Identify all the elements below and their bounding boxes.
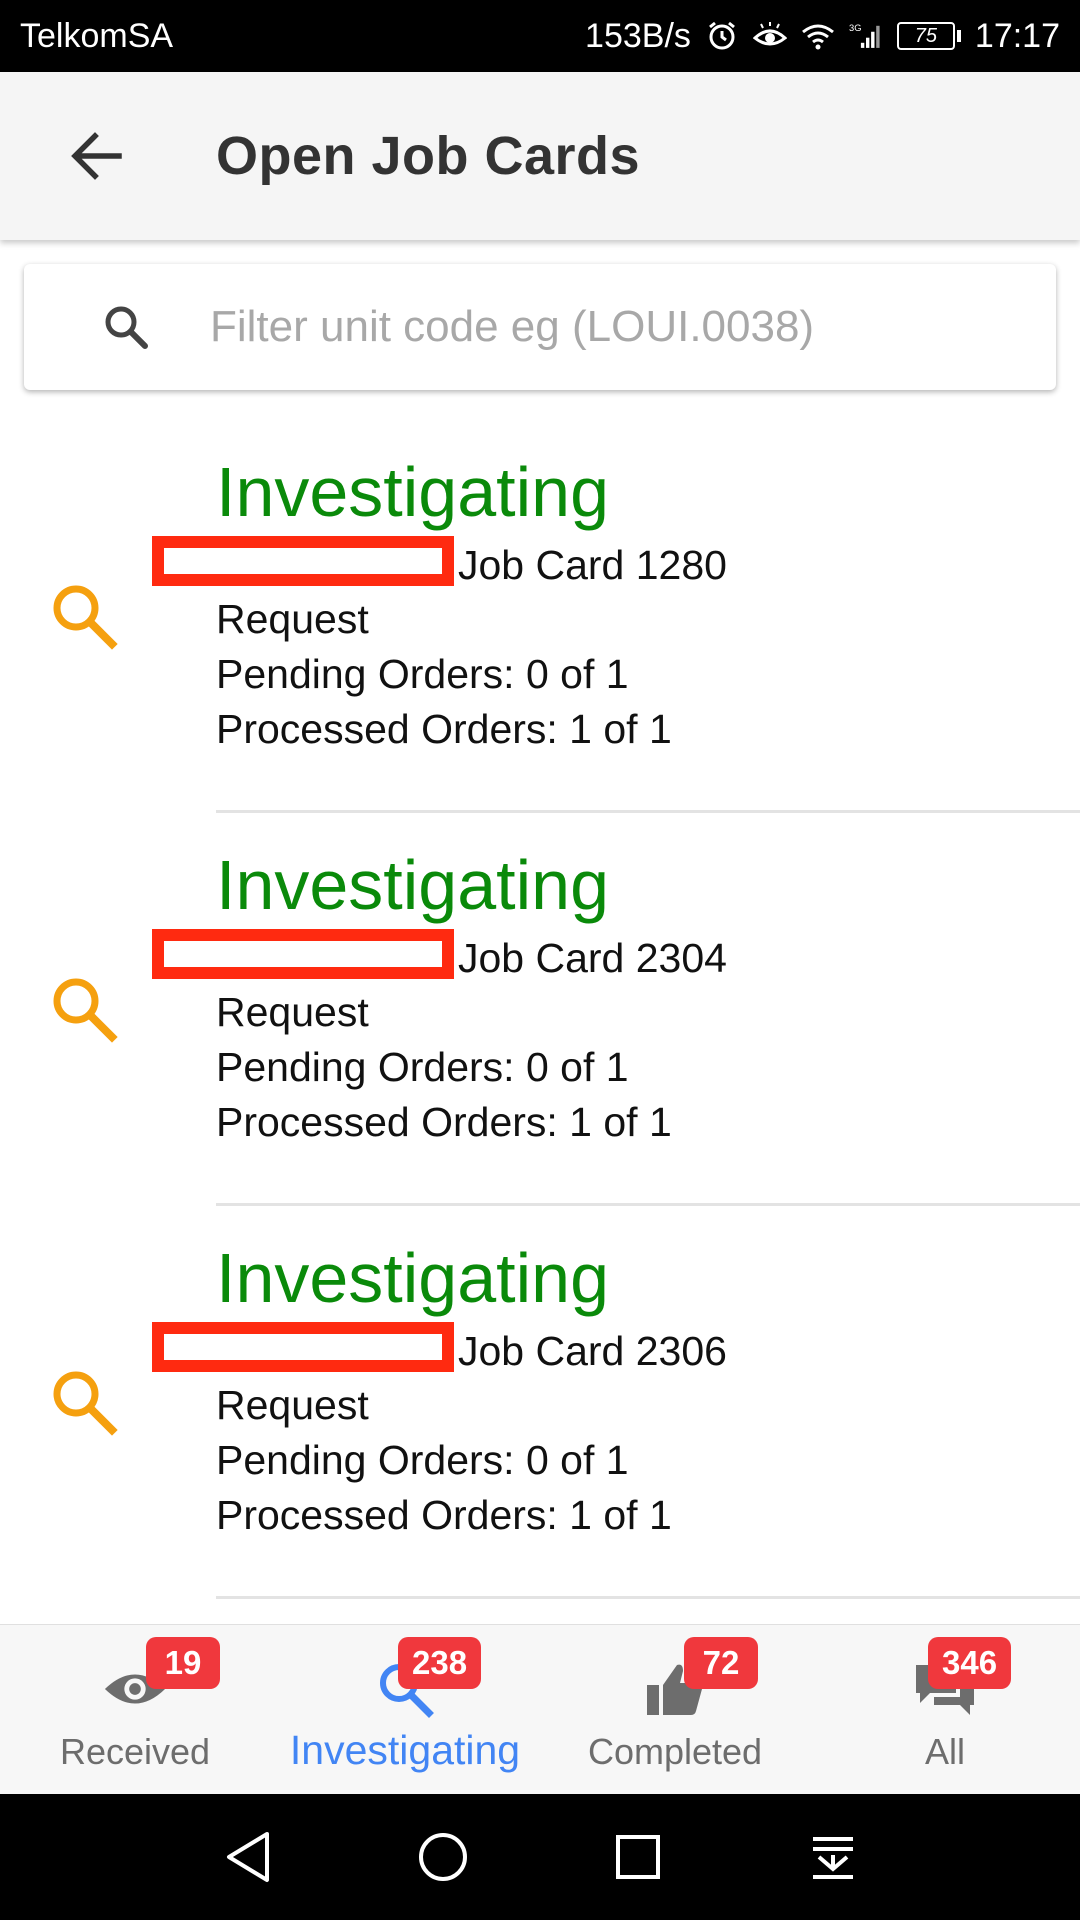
app-bar: Open Job Cards <box>0 72 1080 240</box>
processed-orders: Processed Orders: 1 of 1 <box>216 1492 672 1538</box>
status-bar: TelkomSA 153B/s 3G 75 17:17 <box>0 0 1080 72</box>
search-icon <box>53 978 118 1043</box>
carrier-name: TelkomSA <box>20 16 174 55</box>
alarm-icon <box>705 19 739 53</box>
nav-label: Received <box>59 1731 211 1772</box>
nav-tab-completed[interactable]: Completed 72 <box>540 1625 810 1794</box>
search-icon <box>53 585 118 650</box>
job-status: Investigating <box>216 453 610 531</box>
job-card-item[interactable]: Investigating Job Card 2304 Request Pend… <box>0 813 1080 1206</box>
nav-tab-all[interactable]: All 346 <box>810 1625 1080 1794</box>
redaction-box <box>152 536 454 586</box>
count-badge: 346 <box>928 1637 1012 1689</box>
circle-home-icon <box>418 1833 467 1881</box>
battery-icon: 75 <box>896 22 961 50</box>
job-card-list: Investigating Job Card 1280 Request Pend… <box>0 420 1080 1599</box>
eye-comfort-icon <box>752 19 787 53</box>
divider <box>216 1596 1080 1599</box>
search-bar[interactable] <box>24 264 1056 390</box>
pending-orders: Pending Orders: 0 of 1 <box>216 1044 629 1090</box>
job-card-item[interactable]: Investigating Job Card 1280 Request Pend… <box>0 420 1080 813</box>
pending-orders: Pending Orders: 0 of 1 <box>216 1437 629 1483</box>
processed-orders: Processed Orders: 1 of 1 <box>216 706 672 752</box>
count-badge: 238 <box>398 1637 482 1689</box>
bottom-navigation: Received 19 Investigating 238 Completed … <box>0 1624 1080 1794</box>
system-notifications-button[interactable] <box>803 1827 863 1887</box>
search-icon <box>53 1371 118 1436</box>
battery-level: 75 <box>896 22 955 50</box>
job-type: Request <box>216 1382 369 1428</box>
job-card-title: Job Card 2304 <box>458 935 727 981</box>
job-card-title: Job Card 1280 <box>458 542 727 588</box>
job-status: Investigating <box>216 1239 610 1317</box>
job-card-title: Job Card 2306 <box>458 1328 727 1374</box>
redaction-box <box>152 1322 454 1372</box>
job-type: Request <box>216 989 369 1035</box>
nav-tab-received[interactable]: Received 19 <box>0 1625 270 1794</box>
triangle-back-icon <box>226 1832 269 1882</box>
pull-down-icon <box>812 1837 853 1879</box>
processed-orders: Processed Orders: 1 of 1 <box>216 1099 672 1145</box>
nav-label: Investigating <box>289 1727 521 1773</box>
square-recents-icon <box>615 1835 660 1879</box>
nav-label: All <box>924 1731 965 1772</box>
network-type: 3G <box>849 23 861 33</box>
job-card-item[interactable]: Investigating Job Card 2306 Request Pend… <box>0 1206 1080 1599</box>
nav-tab-investigating[interactable]: Investigating 238 <box>270 1625 540 1794</box>
arrow-left-icon <box>71 132 122 180</box>
pending-orders: Pending Orders: 0 of 1 <box>216 651 629 697</box>
net-speed: 153B/s <box>585 16 691 55</box>
cell-signal-icon: 3G <box>849 19 883 53</box>
job-type: Request <box>216 596 369 642</box>
count-badge: 19 <box>146 1637 220 1689</box>
clock: 17:17 <box>974 16 1060 55</box>
status-indicators: 153B/s 3G 75 17:17 <box>585 17 1060 56</box>
system-home-button[interactable] <box>413 1827 473 1887</box>
system-back-button[interactable] <box>218 1827 278 1887</box>
wifi-icon <box>801 19 835 53</box>
system-recents-button[interactable] <box>608 1827 668 1887</box>
count-badge: 72 <box>684 1637 758 1689</box>
search-input[interactable] <box>210 302 1010 352</box>
redaction-box <box>152 929 454 979</box>
job-status: Investigating <box>216 846 610 924</box>
system-navigation-bar <box>0 1794 1080 1920</box>
page-title: Open Job Cards <box>216 126 641 186</box>
search-icon <box>96 297 156 357</box>
nav-label: Completed <box>587 1731 763 1772</box>
back-button[interactable] <box>46 106 146 206</box>
